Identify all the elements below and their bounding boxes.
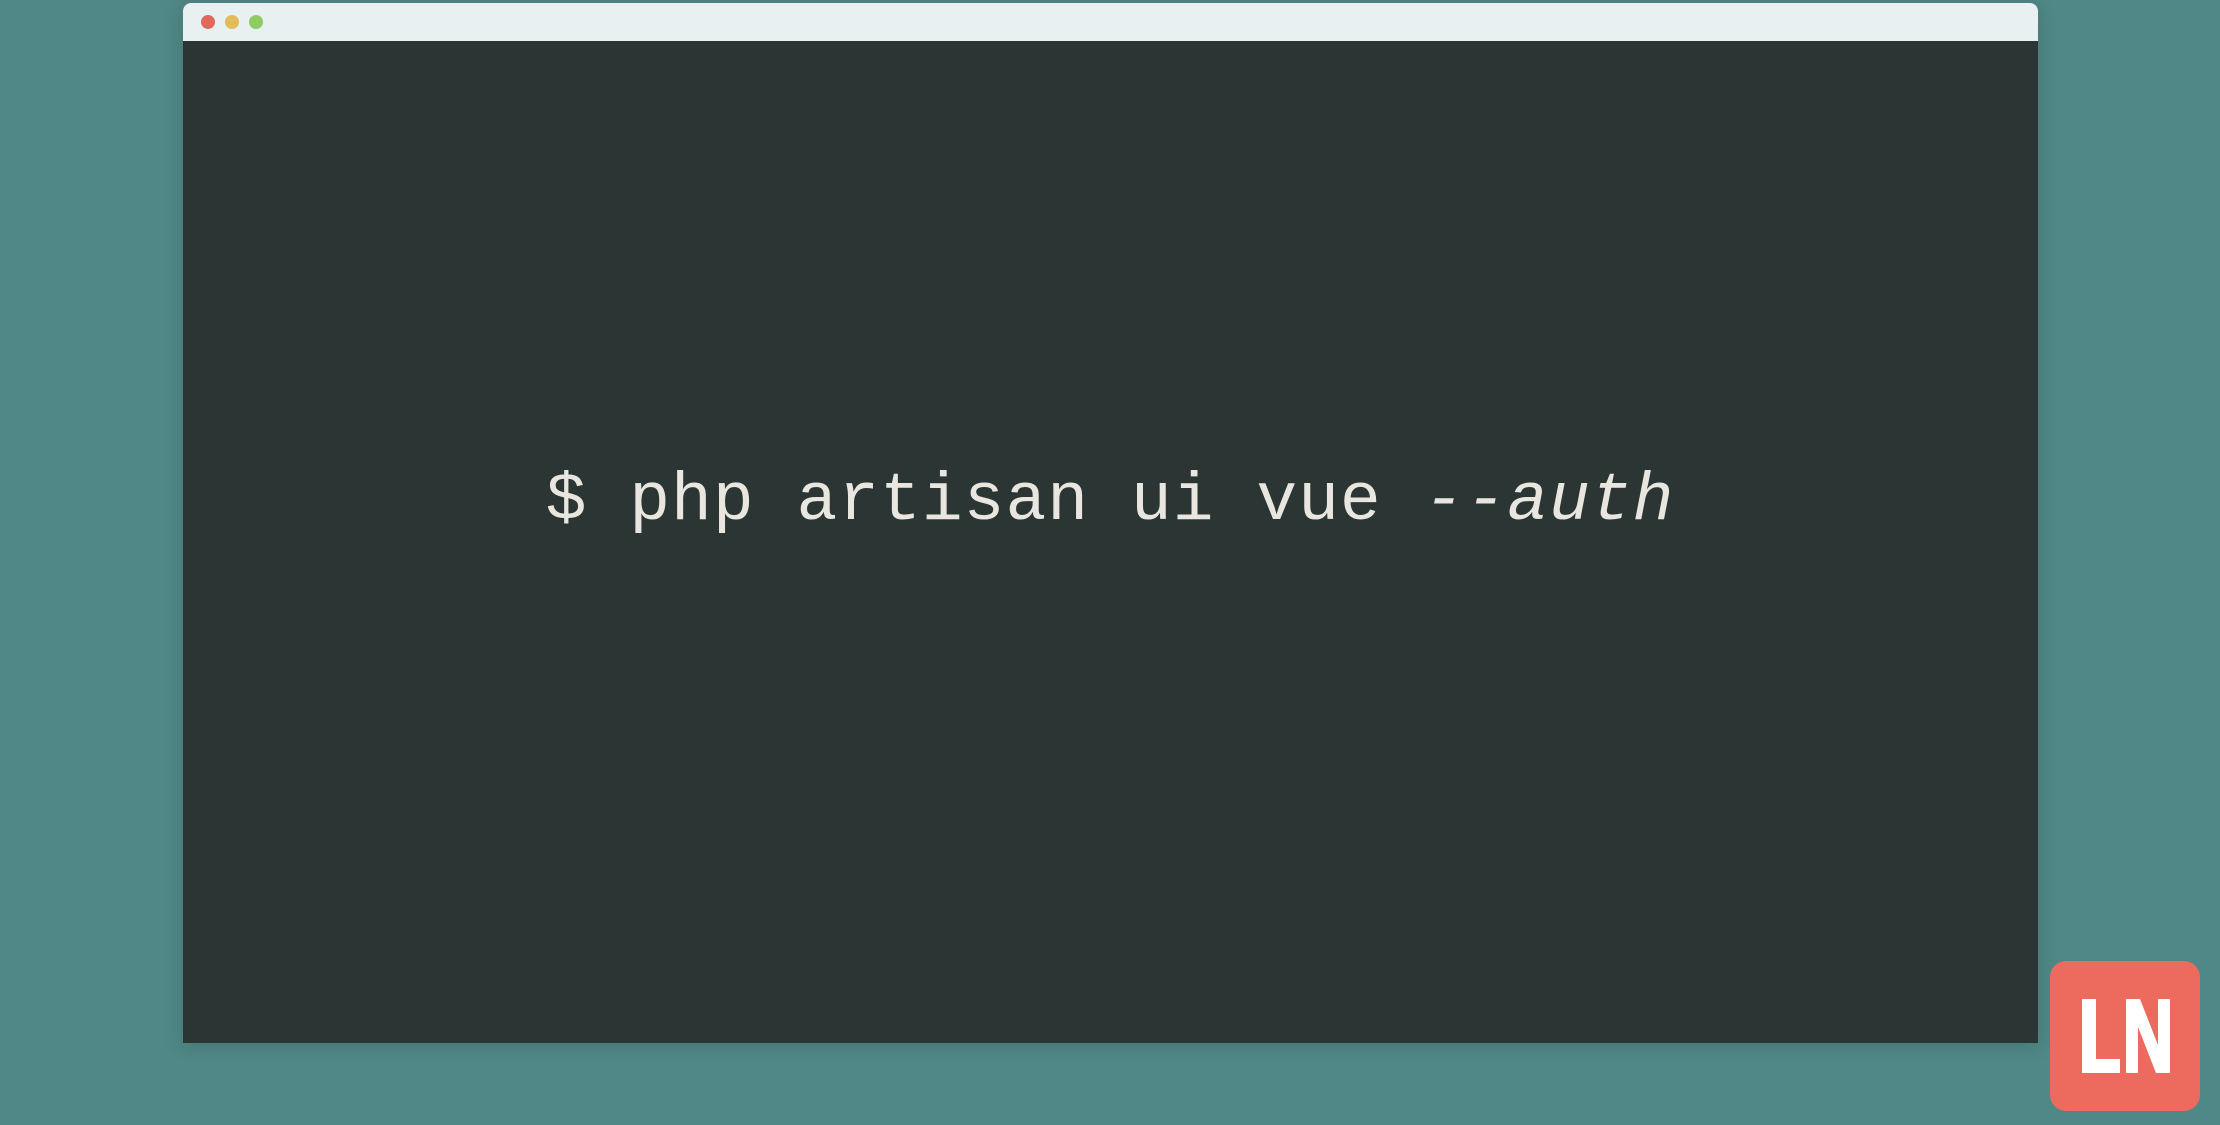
terminal-body[interactable]: $ php artisan ui vue --auth [183, 41, 2038, 1043]
command-line: $ php artisan ui vue --auth [546, 463, 1675, 540]
terminal-prompt: $ [546, 463, 630, 540]
terminal-flag: --auth [1424, 463, 1675, 540]
window-title-bar [183, 3, 2038, 41]
minimize-icon[interactable] [225, 15, 239, 29]
maximize-icon[interactable] [249, 15, 263, 29]
close-icon[interactable] [201, 15, 215, 29]
terminal-window: $ php artisan ui vue --auth [183, 3, 2038, 1043]
ln-logo-icon [2070, 981, 2180, 1091]
logo-badge [2050, 961, 2200, 1111]
terminal-command: php artisan ui vue [629, 463, 1423, 540]
